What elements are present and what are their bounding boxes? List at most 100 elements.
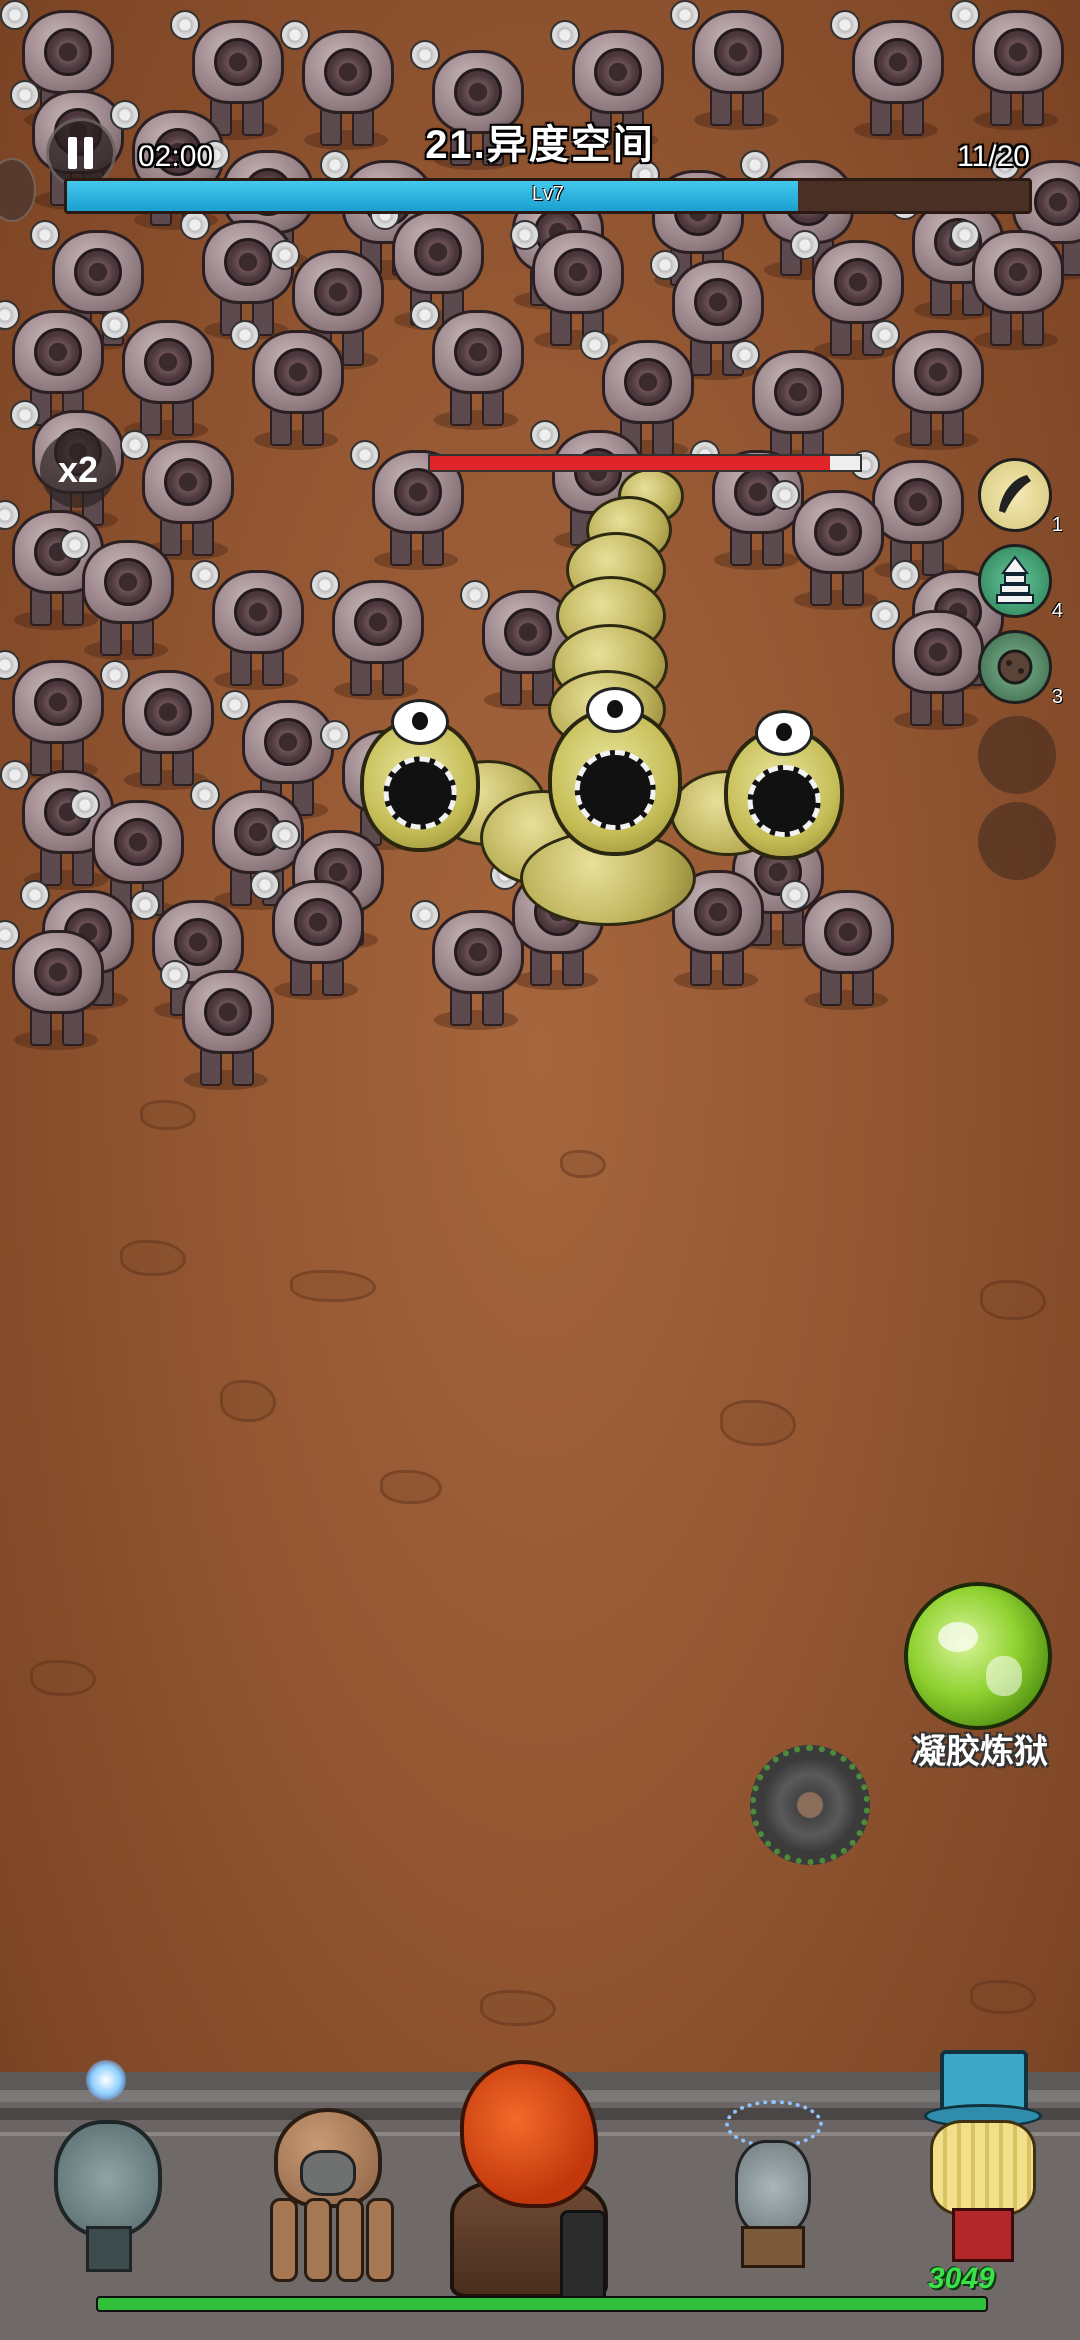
saw-arm-icon [770,480,800,510]
robot-eye [34,328,82,376]
saw-arm-icon [780,880,810,910]
enemy-robot [0,920,110,1050]
saw-arm-icon [950,220,980,250]
robot-eye [914,628,962,676]
robot-eye [454,928,502,976]
top-hud: 02:00 21.异度空间 11/20 Lv7 [0,0,1080,222]
skill-count: 3 [1051,686,1063,708]
bullet-icon[interactable]: 1 [978,458,1063,536]
hero-hair [460,2060,598,2208]
robot-eye [294,898,342,946]
boss-health-fill [430,456,830,470]
saw-arm-icon [270,820,300,850]
xp-level-label: Lv7 [531,183,565,205]
saw-arm-icon [190,780,220,810]
robot-eye [894,478,942,526]
saw-arm-icon [650,250,680,280]
enemy-robot [160,960,280,1090]
tentacle [366,2198,394,2282]
saw-arm-icon [790,230,820,260]
saw-arm-icon [0,500,20,530]
saw-arm-icon [730,340,760,370]
worm-head-right [724,709,844,860]
robot-eye [234,588,282,636]
ability-button[interactable]: 凝胶炼狱 [900,1582,1060,1771]
hero-top-hat[interactable] [910,2050,1050,2262]
worm-mouth [383,756,457,830]
empty-skill-slot[interactable] [978,802,1056,880]
boss-health-bar [428,454,862,472]
enemy-robot [230,320,350,450]
robot-eye [34,948,82,996]
turret-base [54,2120,162,2238]
saw-arm-icon [100,310,130,340]
enemy-robot [100,660,220,790]
hero-legs [952,2208,1014,2262]
tower-icon[interactable]: 4 [978,544,1063,622]
robot-shadow [434,1010,518,1030]
saw-arm-icon [530,420,560,450]
saw-arm-icon [0,300,20,330]
game-stage[interactable]: 02:00 21.异度空间 11/20 Lv7 x2 1 4 3 凝胶炼狱 30… [0,0,1080,2340]
robot-shadow [674,970,758,990]
sawblade-projectile [750,1745,870,1865]
robot-eye [264,718,312,766]
robot-eye [144,338,192,386]
saw-arm-icon [410,300,440,330]
enemy-robot [870,600,990,730]
saw-arm-icon [160,960,190,990]
robot-eye [774,368,822,416]
enemy-robot [770,480,890,610]
robot-shadow [334,680,418,700]
robot-eye [994,248,1042,296]
ground-crack [220,1380,276,1422]
hero-red-hair-gunner[interactable] [440,2060,620,2306]
robot-eye [554,248,602,296]
robot-eye [114,818,162,866]
robot-eye [914,348,962,396]
ground-crack [560,1150,606,1178]
robot-shadow [254,430,338,450]
enemy-robot [870,320,990,450]
robot-eye [824,908,872,956]
robot-eye [394,468,442,516]
wall-health-value: 3049 [928,2262,995,2295]
gatling-gun-icon [560,2210,606,2306]
robot-eye [34,678,82,726]
ground-crack [720,1400,796,1446]
robot-eye [164,458,212,506]
ground-crack [120,1240,186,1276]
robot-eye [834,258,882,306]
tentacle [304,2198,332,2282]
saw-arm-icon [0,920,20,950]
worm-head-center [548,686,682,856]
saw-arm-icon [70,790,100,820]
hero-octopus[interactable] [250,2108,400,2288]
hero-tesla-turret[interactable] [14,2040,184,2280]
gas-mask-icon [300,2150,356,2196]
skill-count: 1 [1051,514,1063,536]
speed-toggle-button[interactable]: x2 [40,432,116,508]
robot-eye [414,228,462,276]
hero-electric-bot[interactable] [705,2100,835,2270]
rock-icon[interactable]: 3 [978,630,1063,708]
saw-arm-icon [220,690,250,720]
ground-crack [480,1990,556,2026]
saw-arm-icon [0,760,30,790]
robot-eye [274,348,322,396]
tower-glyph [996,555,1034,604]
enemy-robot [410,300,530,430]
saw-arm-icon [460,580,490,610]
enemy-robot [780,880,900,1010]
saw-arm-icon [60,530,90,560]
ground-crack [30,1660,96,1696]
tentacle [270,2198,298,2282]
empty-skill-slot[interactable] [978,716,1056,794]
wall-health-fill [98,2298,986,2310]
saw-arm-icon [410,900,440,930]
ground-crack [380,1470,442,1504]
saw-arm-icon [190,560,220,590]
worm-mouth [574,750,656,831]
turret-stand [86,2226,132,2272]
tentacle [336,2198,364,2282]
